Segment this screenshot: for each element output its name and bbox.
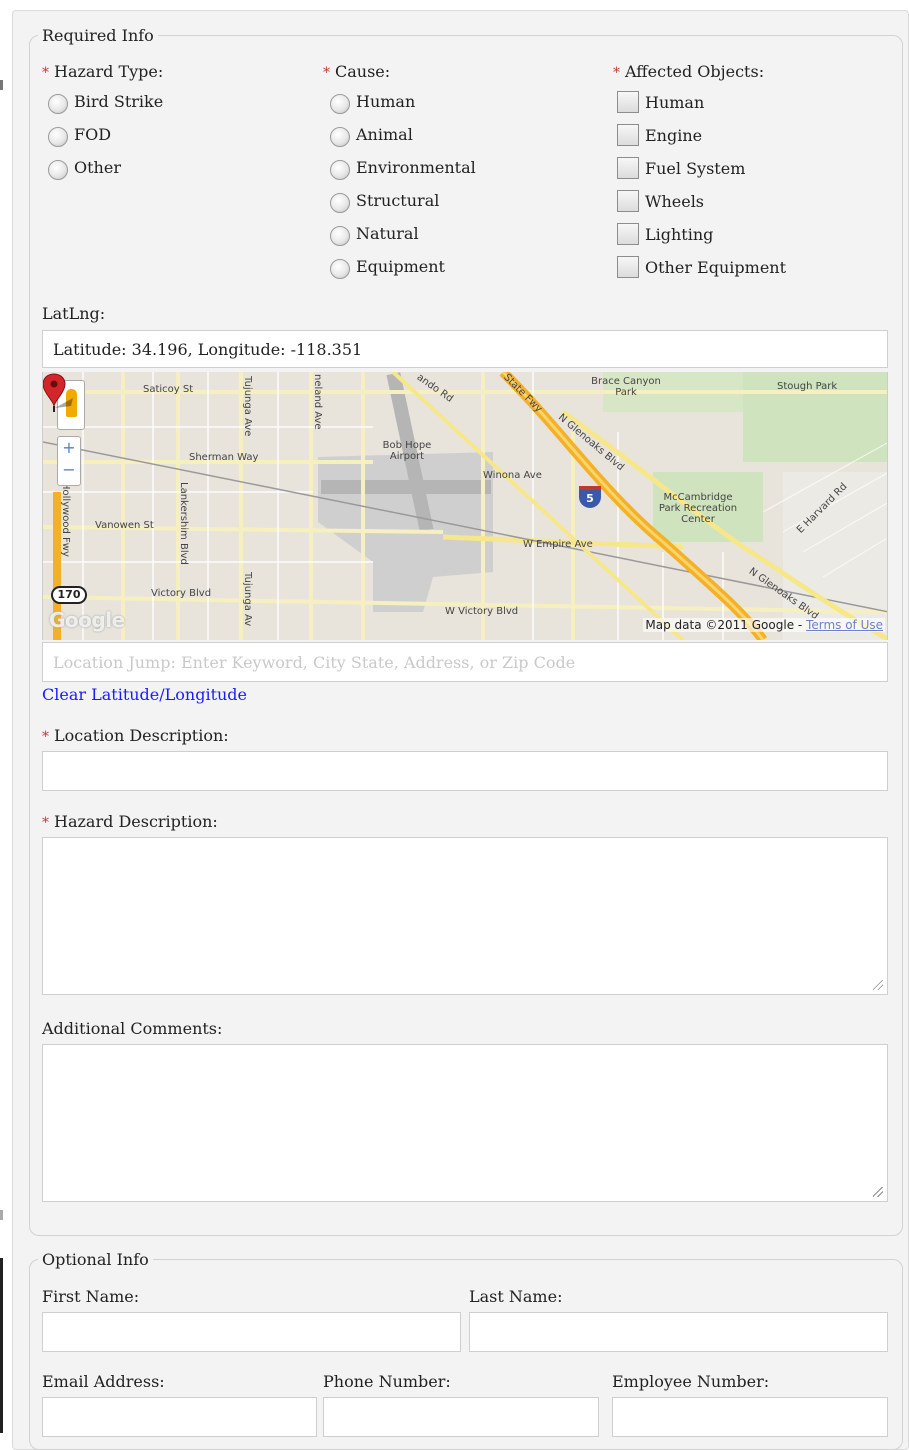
required-star: * (42, 729, 49, 745)
radio-button[interactable] (48, 94, 68, 114)
map-label-vanowen: Vanowen St (95, 520, 154, 531)
phone-label: Phone Number: (323, 1372, 451, 1391)
required-star: * (323, 65, 330, 81)
map-label-hollywood: Hollywood Fwy (60, 482, 71, 557)
email-input[interactable] (42, 1397, 317, 1437)
cause-option-equipment[interactable]: Equipment (330, 253, 445, 279)
google-logo: Google (49, 608, 125, 632)
map-label-tujunga-2: Tujunga Av (242, 572, 253, 627)
cause-option-animal[interactable]: Animal (330, 121, 413, 147)
map-attribution: Map data ©2011 Google - Terms of Use (643, 618, 885, 632)
radio-button[interactable] (48, 127, 68, 147)
map-label-brace: Brace Canyon Park (591, 376, 661, 398)
map-marker-icon[interactable] (43, 372, 73, 412)
radio-button[interactable] (48, 160, 68, 180)
required-star: * (42, 815, 49, 831)
checkbox[interactable] (617, 223, 639, 245)
email-label: Email Address: (42, 1372, 165, 1391)
required-star: * (613, 65, 620, 81)
latlng-label: LatLng: (42, 304, 106, 323)
i5-shield: 5 (579, 486, 601, 508)
location-description-input[interactable] (42, 751, 888, 791)
cause-label: * Cause: (323, 62, 391, 81)
map-label-mccambridge: McCambridge Park Recreation Center (658, 492, 738, 525)
location-jump-input[interactable]: Location Jump: Enter Keyword, City State… (42, 642, 888, 682)
additional-comments-label: Additional Comments: (42, 1019, 223, 1038)
checkbox[interactable] (617, 91, 639, 113)
map-label-victory: Victory Blvd (151, 588, 212, 599)
cause-option-environmental[interactable]: Environmental (330, 154, 476, 180)
zoom-out-icon[interactable]: − (58, 459, 80, 481)
last-name-label: Last Name: (469, 1287, 563, 1306)
radio-button[interactable] (330, 160, 350, 180)
first-name-input[interactable] (42, 1312, 461, 1352)
map-roads (43, 372, 887, 640)
map-label-cleveland: neland Ave (312, 374, 323, 430)
required-star: * (42, 65, 49, 81)
map-label-saticoy: Saticoy St (143, 384, 194, 395)
map-label-w-victory: W Victory Blvd (445, 606, 519, 617)
checkbox[interactable] (617, 256, 639, 278)
employee-number-label: Employee Number: (612, 1372, 770, 1391)
hazard-option-other[interactable]: Other (48, 154, 121, 180)
hazard-description-label: * Hazard Description: (42, 812, 218, 831)
hazard-option-bird-strike[interactable]: Bird Strike (48, 88, 163, 114)
radio-button[interactable] (330, 259, 350, 279)
radio-button[interactable] (330, 226, 350, 246)
radio-button[interactable] (330, 127, 350, 147)
affected-option-fuel-system[interactable]: Fuel System (617, 157, 745, 179)
map-label-lankershim: Lankershim Blvd (178, 482, 189, 565)
affected-option-engine[interactable]: Engine (617, 124, 702, 146)
checkbox[interactable] (617, 190, 639, 212)
map-label-winona: Winona Ave (483, 470, 542, 481)
latlng-field[interactable]: Latitude: 34.196, Longitude: -118.351 (42, 330, 888, 368)
terms-of-use-link[interactable]: Terms of Use (806, 618, 883, 632)
resize-handle-icon[interactable] (873, 980, 883, 990)
clear-latlng-link[interactable]: Clear Latitude/Longitude (42, 685, 247, 704)
radio-button[interactable] (330, 94, 350, 114)
cause-option-human[interactable]: Human (330, 88, 415, 114)
optional-info-legend: Optional Info (42, 1250, 149, 1269)
checkbox[interactable] (617, 124, 639, 146)
map-label-stough: Stough Park (777, 381, 838, 392)
hazard-type-label: * Hazard Type: (42, 62, 164, 81)
affected-option-lighting[interactable]: Lighting (617, 223, 713, 245)
affected-option-human[interactable]: Human (617, 91, 704, 113)
zoom-control[interactable]: + − (57, 436, 81, 486)
affected-option-wheels[interactable]: Wheels (617, 190, 704, 212)
location-map[interactable]: Saticoy St Sherman Way Vanowen St Victor… (42, 372, 888, 640)
cause-option-structural[interactable]: Structural (330, 187, 439, 213)
phone-input[interactable] (323, 1397, 599, 1437)
cause-option-natural[interactable]: Natural (330, 220, 419, 246)
hazard-option-fod[interactable]: FOD (48, 121, 111, 147)
first-name-label: First Name: (42, 1287, 140, 1306)
map-label-tujunga: Tujunga Ave (242, 376, 253, 437)
hazard-description-textarea[interactable] (42, 837, 888, 995)
map-label-sherman: Sherman Way (189, 452, 259, 463)
affected-option-other-equipment[interactable]: Other Equipment (617, 256, 786, 278)
location-description-label: * Location Description: (42, 726, 229, 745)
employee-number-input[interactable] (612, 1397, 888, 1437)
map-label-airport: Bob Hope Airport (382, 440, 432, 462)
additional-comments-textarea[interactable] (42, 1044, 888, 1202)
affected-objects-label: * Affected Objects: (613, 62, 765, 81)
zoom-in-icon[interactable]: + (58, 437, 80, 459)
resize-handle-icon[interactable] (873, 1187, 883, 1197)
required-info-legend: Required Info (42, 26, 154, 45)
radio-button[interactable] (330, 193, 350, 213)
last-name-input[interactable] (469, 1312, 888, 1352)
checkbox[interactable] (617, 157, 639, 179)
window-edge (0, 0, 12, 1433)
map-label-w-empire: W Empire Ave (523, 539, 593, 550)
hwy-170-shield: 170 (51, 586, 87, 604)
